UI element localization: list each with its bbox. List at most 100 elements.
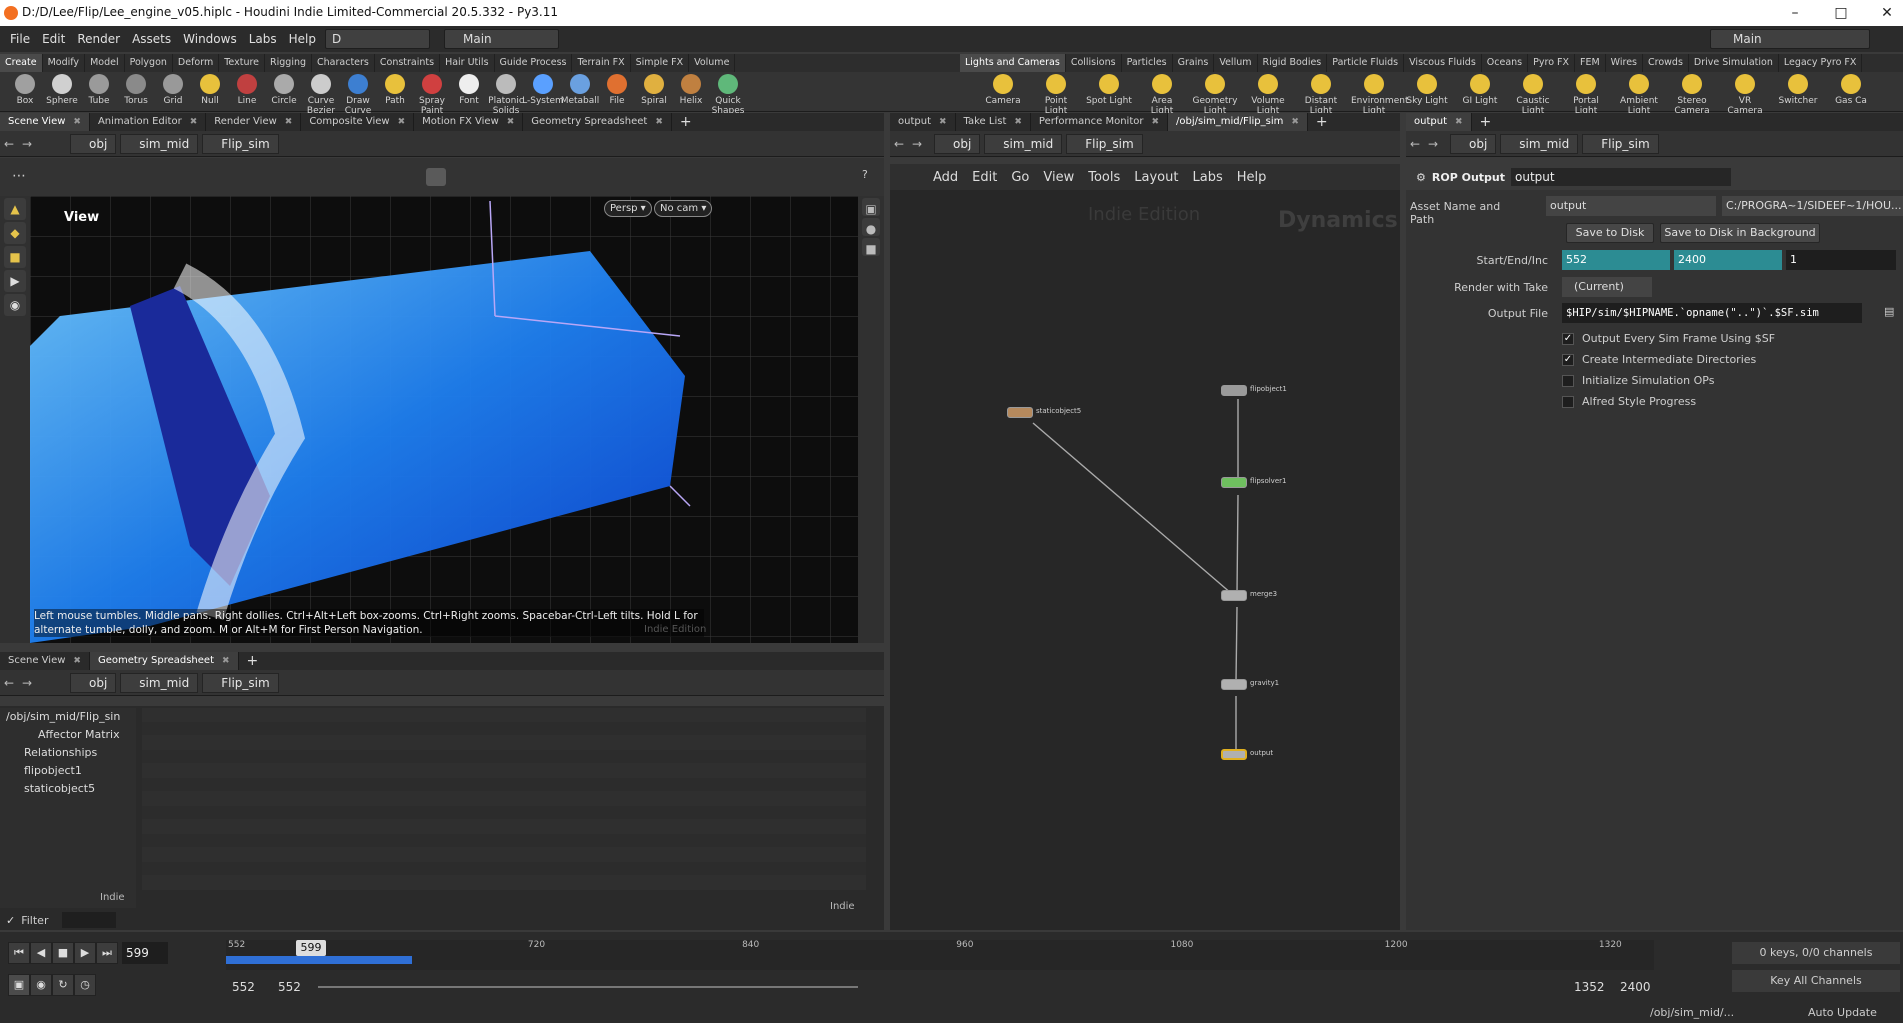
node-flipobject1[interactable]	[1221, 385, 1247, 396]
shelf-tab-viscous-fluids[interactable]: Viscous Fluids	[1404, 54, 1482, 72]
path-sim-mid[interactable]: sim_mid	[120, 672, 199, 693]
shelf-tab-fem[interactable]: FEM	[1575, 54, 1606, 72]
range-end-field[interactable]: 1352	[1574, 980, 1605, 994]
network-menu-labs[interactable]: Labs	[1185, 170, 1229, 185]
save-to-disk-bg-button[interactable]: Save to Disk in Background	[1660, 223, 1820, 243]
checked-box-icon[interactable]: ✓	[1562, 354, 1574, 366]
select-tool-icon[interactable]: ▲	[4, 198, 26, 220]
shelf-tool-geometry-light[interactable]: Geometry Light	[1192, 74, 1238, 116]
path-flip-sim[interactable]: Flip_sim	[202, 133, 279, 154]
network-menu-edit[interactable]: Edit	[965, 170, 1004, 185]
close-tab-icon[interactable]: ✖	[222, 656, 230, 666]
realtime-toggle-icon[interactable]: ▣	[8, 974, 30, 996]
shelf-tab-lights-and-cameras[interactable]: Lights and Cameras	[960, 54, 1066, 72]
current-frame-field[interactable]: 599	[122, 942, 168, 964]
menu-windows[interactable]: Windows	[177, 26, 243, 52]
3d-viewport[interactable]: View Persp ▾ No cam ▾ Left mouse tumbles…	[30, 196, 858, 643]
range-start-field[interactable]: 552	[232, 980, 255, 994]
shelf-tool-caustic-light[interactable]: Caustic Light	[1510, 74, 1556, 116]
key-all-channels-button[interactable]: Key All Channels	[1732, 970, 1900, 992]
goto-end-button[interactable]: ⏭	[96, 942, 118, 964]
output-file-field[interactable]: $HIP/sim/$HIPNAME.`opname("..")`.$SF.sim	[1562, 303, 1862, 323]
path-obj[interactable]: obj	[70, 133, 117, 154]
increment-field[interactable]: 1	[1786, 250, 1896, 270]
close-tab-icon[interactable]: ✖	[655, 117, 663, 127]
handle-tool-icon[interactable]: ■	[4, 246, 26, 268]
shelf-tab-volume[interactable]: Volume	[689, 54, 736, 72]
shelf-tool-distant-light[interactable]: Distant Light	[1298, 74, 1344, 116]
menu-file[interactable]: File	[4, 26, 36, 52]
shelf-tab-constraints[interactable]: Constraints	[375, 54, 441, 72]
menu-labs[interactable]: Labs	[243, 26, 283, 52]
shelf-tool-gi-light[interactable]: GI Light	[1457, 74, 1503, 106]
shelf-tool-sky-light[interactable]: Sky Light	[1404, 74, 1450, 106]
close-tab-icon[interactable]: ✖	[73, 117, 81, 127]
close-tab-icon[interactable]: ✖	[73, 656, 81, 666]
grid-toggle-icon[interactable]: ⋯	[12, 168, 26, 184]
tab-output[interactable]: output ✖	[890, 113, 956, 131]
shelf-tool-quick-shapes[interactable]: Quick Shapes	[705, 74, 751, 116]
back-arrow-icon[interactable]: ←	[1406, 135, 1424, 153]
shelf-tab-rigid-bodies[interactable]: Rigid Bodies	[1258, 54, 1328, 72]
right-main-dropdown[interactable]: Main	[1710, 29, 1870, 49]
shelf-tab-modify[interactable]: Modify	[43, 54, 86, 72]
shelf-tab-oceans[interactable]: Oceans	[1482, 54, 1529, 72]
tree-item-relationships[interactable]: Relationships	[0, 744, 136, 762]
lock-icon[interactable]: ◉	[4, 294, 26, 316]
checkbox-initialize-simulation-ops[interactable]: Initialize Simulation OPs	[1562, 372, 1892, 390]
shelf-tab-pyro-fx[interactable]: Pyro FX	[1528, 54, 1575, 72]
shelf-tab-drive-simulation[interactable]: Drive Simulation	[1689, 54, 1779, 72]
shelf-tool-environment-light[interactable]: Environment Light	[1351, 74, 1408, 116]
add-tab-icon[interactable]: +	[672, 114, 700, 130]
tab-take-list[interactable]: Take List ✖	[956, 113, 1031, 131]
range-slider[interactable]	[318, 986, 858, 988]
network-menu-help[interactable]: Help	[1230, 170, 1274, 185]
close-tab-icon[interactable]: ✖	[1151, 117, 1159, 127]
camera-menu[interactable]: No cam ▾	[654, 200, 713, 217]
close-tab-icon[interactable]: ✖	[285, 117, 293, 127]
path-flip-sim[interactable]: Flip_sim	[202, 672, 279, 693]
goto-start-button[interactable]: ⏮	[8, 942, 30, 964]
unchecked-box-icon[interactable]	[1562, 396, 1574, 408]
path-sim-mid[interactable]: sim_mid	[1500, 133, 1579, 154]
shelf-tab-wires[interactable]: Wires	[1606, 54, 1643, 72]
tree-item-affector-matrix[interactable]: Affector Matrix	[0, 726, 136, 744]
path-flip-sim[interactable]: Flip_sim	[1582, 133, 1659, 154]
shelf-tool-stereo-camera[interactable]: Stereo Camera	[1669, 74, 1715, 116]
shelf-tool-gas-ca[interactable]: Gas Ca	[1828, 74, 1874, 106]
back-arrow-icon[interactable]: ←	[890, 135, 908, 153]
node-name-field[interactable]: output	[1511, 168, 1731, 186]
shelf-tool-portal-light[interactable]: Portal Light	[1563, 74, 1609, 116]
loop-icon[interactable]: ↻	[52, 974, 74, 996]
start-frame-field[interactable]: 552	[1562, 250, 1670, 270]
tab-motion-fx-view[interactable]: Motion FX View ✖	[414, 113, 524, 131]
transform-tool-icon[interactable]: ◆	[4, 222, 26, 244]
checked-box-icon[interactable]: ✓	[1562, 333, 1574, 345]
add-tab-icon[interactable]: +	[239, 653, 267, 669]
shelf-tool-point-light[interactable]: Point Light	[1033, 74, 1079, 116]
main-desktop-dropdown[interactable]: Main	[444, 29, 559, 49]
forward-arrow-icon[interactable]: →	[18, 135, 36, 153]
shelf-tool-camera[interactable]: Camera	[980, 74, 1026, 106]
shelf-tool-vr-camera[interactable]: VR Camera	[1722, 74, 1768, 116]
shelf-tab-hair-utils[interactable]: Hair Utils	[440, 54, 495, 72]
end-frame-field[interactable]: 2400	[1674, 250, 1782, 270]
tab-scene-view[interactable]: Scene View ✖	[0, 652, 90, 670]
tab-composite-view[interactable]: Composite View ✖	[301, 113, 415, 131]
path-sim-mid[interactable]: sim_mid	[120, 133, 199, 154]
save-to-disk-button[interactable]: Save to Disk	[1566, 223, 1654, 243]
forward-arrow-icon[interactable]: →	[18, 674, 36, 692]
filter-check-icon[interactable]: ✓	[6, 914, 15, 927]
audio-icon[interactable]: ◉	[30, 974, 52, 996]
shelf-tool-switcher[interactable]: Switcher	[1775, 74, 1821, 106]
tab-geometry-spreadsheet[interactable]: Geometry Spreadsheet ✖	[523, 113, 672, 131]
camera-icon[interactable]: ▣	[862, 198, 880, 216]
menu-help[interactable]: Help	[283, 26, 322, 52]
tab-performance-monitor[interactable]: Performance Monitor ✖	[1031, 113, 1169, 131]
shelf-tab-polygon[interactable]: Polygon	[125, 54, 173, 72]
asset-name-dropdown[interactable]: output	[1546, 196, 1716, 216]
network-menu-go[interactable]: Go	[1004, 170, 1036, 185]
clock-icon[interactable]: ◷	[74, 974, 96, 996]
node-gravity1[interactable]	[1221, 679, 1247, 690]
shelf-tab-deform[interactable]: Deform	[173, 54, 220, 72]
